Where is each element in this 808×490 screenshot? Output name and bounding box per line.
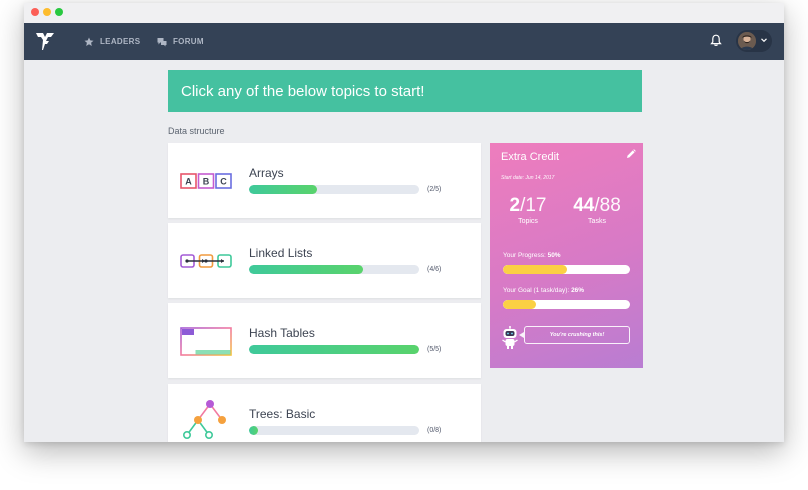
topic-count: (2/5)	[427, 186, 442, 193]
chevron-down-icon	[761, 38, 767, 43]
abc-letter-b: B	[203, 177, 210, 187]
abc-letter-c: C	[220, 177, 227, 187]
topic-progress-track	[249, 345, 419, 354]
pencil-edit-icon[interactable]	[626, 149, 636, 159]
topic-progress-track	[249, 185, 419, 194]
user-menu[interactable]	[736, 30, 772, 52]
extra-credit-title: Extra Credit	[501, 151, 560, 163]
topic-progress-track	[249, 265, 419, 274]
topic-title: Linked Lists	[249, 246, 313, 260]
nav-leaders-label: LEADERS	[100, 37, 141, 46]
topic-count: (4/6)	[427, 266, 442, 273]
avatar	[738, 32, 756, 50]
progress-value: 50%	[547, 252, 561, 259]
topic-card-trees-basic[interactable]: Trees: Basic (0/8)	[168, 384, 481, 442]
topic-title: Arrays	[249, 166, 284, 180]
your-progress-label: Your Progress: 50%	[503, 252, 561, 259]
start-banner: Click any of the below topics to start!	[168, 70, 642, 112]
topic-progress-track	[249, 426, 419, 435]
your-goal-fill	[503, 300, 537, 309]
encouragement-bubble: You're crushing this!	[524, 326, 630, 344]
section-label: Data structure	[168, 126, 225, 136]
nav-forum-link[interactable]: FORUM	[157, 23, 204, 60]
topic-count: (5/5)	[427, 346, 442, 353]
abc-blocks-icon: A B C	[180, 173, 232, 189]
close-window-button[interactable]	[31, 8, 39, 16]
goal-value: 26%	[571, 287, 585, 294]
maximize-window-button[interactable]	[55, 8, 63, 16]
hash-table-icon	[180, 327, 232, 356]
topic-progress-fill	[249, 265, 363, 274]
your-progress-fill	[503, 265, 567, 274]
tasks-label: Tasks	[588, 218, 606, 225]
chat-bubbles-icon	[157, 37, 167, 46]
topics-done: 2	[509, 195, 521, 216]
notification-bell-icon[interactable]	[710, 34, 722, 47]
minimize-window-button[interactable]	[43, 8, 51, 16]
your-goal-track	[503, 300, 630, 309]
linked-nodes-icon	[180, 254, 232, 268]
tree-icon	[183, 400, 226, 439]
topic-card-arrays[interactable]: A B C Arrays (2/5)	[168, 143, 481, 218]
nav-forum-label: FORUM	[173, 37, 204, 46]
your-progress-track	[503, 265, 630, 274]
extra-credit-panel: Extra Credit Start date: Jun 14, 2017 2/…	[490, 143, 643, 368]
tasks-stat: 44/88 Tasks	[568, 195, 626, 225]
topic-card-hash-tables[interactable]: Hash Tables (5/5)	[168, 303, 481, 378]
browser-window: LEADERS FORUM Click any of the below top…	[24, 3, 784, 442]
window-titlebar	[24, 3, 784, 24]
topics-total: /17	[520, 195, 547, 216]
top-navigation: LEADERS FORUM	[24, 23, 784, 60]
user-photo-icon	[738, 32, 756, 50]
robot-mascot-icon	[502, 326, 518, 349]
start-date: Start date: Jun 14, 2017	[501, 175, 555, 181]
topic-card-linked-lists[interactable]: Linked Lists (4/6)	[168, 223, 481, 298]
app-logo-icon[interactable]	[34, 30, 56, 52]
encouragement-text: You're crushing this!	[549, 332, 605, 338]
topic-progress-fill	[249, 185, 317, 194]
your-goal-label: Your Goal (1 task/day): 26%	[503, 287, 584, 294]
topic-count: (0/8)	[427, 427, 442, 434]
topic-progress-fill	[249, 426, 258, 435]
topics-label: Topics	[518, 218, 538, 225]
topic-progress-fill	[249, 345, 419, 354]
star-icon	[84, 37, 94, 46]
banner-text: Click any of the below topics to start!	[181, 82, 425, 100]
progress-label-text: Your Progress:	[503, 252, 546, 259]
goal-label-text: Your Goal (1 task/day):	[503, 287, 570, 294]
topic-title: Hash Tables	[249, 326, 315, 340]
tasks-done: 44	[573, 195, 595, 216]
topic-title: Trees: Basic	[249, 407, 316, 421]
tasks-total: /88	[594, 195, 621, 216]
topics-stat: 2/17 Topics	[503, 195, 553, 225]
nav-leaders-link[interactable]: LEADERS	[84, 23, 140, 60]
abc-letter-a: A	[185, 177, 192, 187]
